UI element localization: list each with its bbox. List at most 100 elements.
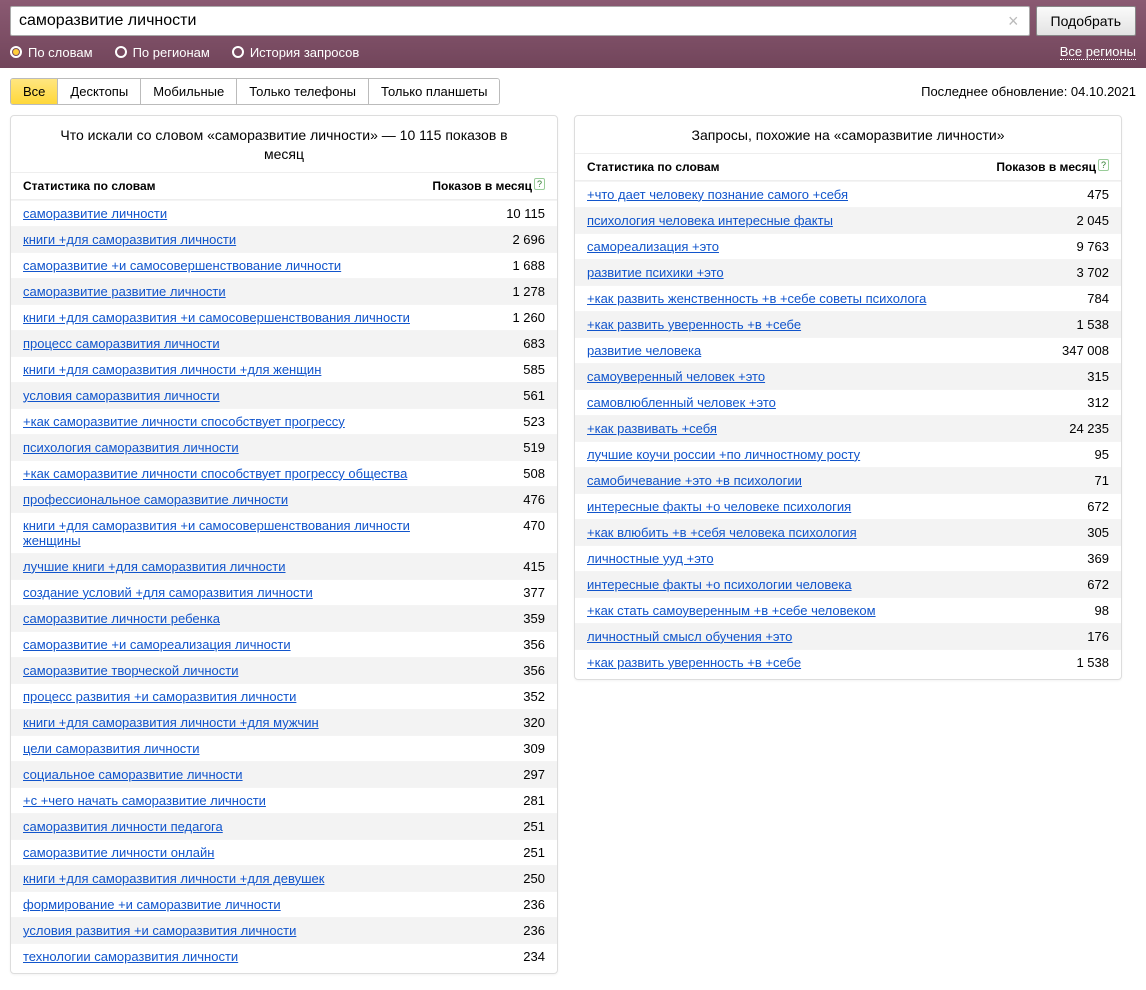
search-box[interactable]: ×: [10, 6, 1030, 36]
query-link[interactable]: цели саморазвития личности: [23, 741, 200, 756]
radio-history[interactable]: История запросов: [232, 45, 360, 60]
query-link[interactable]: условия развития +и саморазвития личност…: [23, 923, 296, 938]
query-cell: самобичевание +это +в психологии: [575, 467, 1021, 493]
query-link[interactable]: интересные факты +о человеке психология: [587, 499, 851, 514]
device-tab[interactable]: Только планшеты: [369, 79, 499, 104]
query-link[interactable]: развитие человека: [587, 343, 701, 358]
query-link[interactable]: книги +для саморазвития +и самосовершенс…: [23, 518, 410, 548]
shows-cell: 1 260: [457, 304, 557, 330]
query-cell: личностные ууд +это: [575, 545, 1021, 571]
query-link[interactable]: создание условий +для саморазвития лично…: [23, 585, 313, 600]
shows-cell: 9 763: [1021, 233, 1121, 259]
query-link[interactable]: технологии саморазвития личности: [23, 949, 238, 964]
query-link[interactable]: +что дает человеку познание самого +себя: [587, 187, 848, 202]
query-cell: +как влюбить +в +себя человека психологи…: [575, 519, 1021, 545]
table-row: книги +для саморазвития личности +для му…: [11, 709, 557, 735]
shows-cell: 470: [457, 512, 557, 553]
query-link[interactable]: самовлюбленный человек +это: [587, 395, 776, 410]
shows-cell: 1 278: [457, 278, 557, 304]
query-link[interactable]: формирование +и саморазвитие личности: [23, 897, 281, 912]
query-link[interactable]: профессиональное саморазвитие личности: [23, 492, 288, 507]
query-link[interactable]: +с +чего начать саморазвитие личности: [23, 793, 266, 808]
table-row: саморазвитие личности ребенка359: [11, 605, 557, 631]
query-link[interactable]: лучшие книги +для саморазвития личности: [23, 559, 286, 574]
shows-cell: 2 045: [1021, 207, 1121, 233]
query-link[interactable]: личностные ууд +это: [587, 551, 714, 566]
query-cell: цели саморазвития личности: [11, 735, 457, 761]
shows-cell: 1 688: [457, 252, 557, 278]
query-cell: самоуверенный человек +это: [575, 363, 1021, 389]
toolbar: ВсеДесктопыМобильныеТолько телефоныТольк…: [0, 68, 1146, 115]
query-link[interactable]: +как развивать +себя: [587, 421, 717, 436]
col-header-stats: Статистика по словам: [23, 179, 156, 193]
help-icon[interactable]: ?: [534, 178, 545, 190]
query-cell: развитие психики +это: [575, 259, 1021, 285]
query-cell: книги +для саморазвития личности +для же…: [11, 356, 457, 382]
table-row: самовлюбленный человек +это312: [575, 389, 1121, 415]
shows-cell: 1 538: [1021, 311, 1121, 337]
query-link[interactable]: саморазвитие +и самореализация личности: [23, 637, 291, 652]
shows-cell: 1 538: [1021, 649, 1121, 675]
query-link[interactable]: развитие психики +это: [587, 265, 724, 280]
device-tab[interactable]: Только телефоны: [237, 79, 369, 104]
query-link[interactable]: саморазвитие творческой личности: [23, 663, 238, 678]
table-row: социальное саморазвитие личности297: [11, 761, 557, 787]
table-row: процесс саморазвития личности683: [11, 330, 557, 356]
query-link[interactable]: книги +для саморазвития личности +для му…: [23, 715, 319, 730]
query-link[interactable]: социальное саморазвитие личности: [23, 767, 243, 782]
query-link[interactable]: саморазвития личности педагога: [23, 819, 223, 834]
query-link[interactable]: +как саморазвитие личности способствует …: [23, 414, 345, 429]
radio-icon: [10, 46, 22, 58]
query-link[interactable]: самобичевание +это +в психологии: [587, 473, 802, 488]
table-row: +с +чего начать саморазвитие личности281: [11, 787, 557, 813]
query-link[interactable]: саморазвитие развитие личности: [23, 284, 226, 299]
pick-button[interactable]: Подобрать: [1036, 6, 1137, 36]
query-cell: саморазвитие +и самосовершенствование ли…: [11, 252, 457, 278]
query-link[interactable]: саморазвитие +и самосовершенствование ли…: [23, 258, 341, 273]
query-link[interactable]: +как влюбить +в +себя человека психологи…: [587, 525, 857, 540]
query-cell: самореализация +это: [575, 233, 1021, 259]
device-tab[interactable]: Мобильные: [141, 79, 237, 104]
query-link[interactable]: саморазвитие личности онлайн: [23, 845, 214, 860]
query-link[interactable]: книги +для саморазвития личности: [23, 232, 236, 247]
query-link[interactable]: самоуверенный человек +это: [587, 369, 765, 384]
device-tab[interactable]: Десктопы: [58, 79, 141, 104]
radio-by-regions[interactable]: По регионам: [115, 45, 210, 60]
shows-cell: 24 235: [1021, 415, 1121, 441]
radio-by-words[interactable]: По словам: [10, 45, 93, 60]
table-row: условия саморазвития личности561: [11, 382, 557, 408]
query-link[interactable]: +как стать самоуверенным +в +себе челове…: [587, 603, 876, 618]
shows-cell: 508: [457, 460, 557, 486]
clear-icon[interactable]: ×: [1004, 12, 1023, 30]
query-link[interactable]: саморазвитие личности ребенка: [23, 611, 220, 626]
query-link[interactable]: процесс развития +и саморазвития личност…: [23, 689, 296, 704]
query-cell: книги +для саморазвития +и самосовершенс…: [11, 304, 457, 330]
query-link[interactable]: интересные факты +о психологии человека: [587, 577, 852, 592]
table-row: самореализация +это 9 763: [575, 233, 1121, 259]
query-link[interactable]: процесс саморазвития личности: [23, 336, 220, 351]
query-cell: лучшие книги +для саморазвития личности: [11, 553, 457, 579]
all-regions-link[interactable]: Все регионы: [1060, 44, 1136, 60]
query-link[interactable]: самореализация +это: [587, 239, 719, 254]
table-row: личностный смысл обучения +это176: [575, 623, 1121, 649]
query-link[interactable]: +как развить уверенность +в +себе: [587, 655, 801, 670]
shows-cell: 784: [1021, 285, 1121, 311]
query-link[interactable]: личностный смысл обучения +это: [587, 629, 792, 644]
query-cell: саморазвитие личности: [11, 200, 457, 226]
query-link[interactable]: психология человека интересные факты: [587, 213, 833, 228]
query-link[interactable]: +как саморазвитие личности способствует …: [23, 466, 407, 481]
query-link[interactable]: книги +для саморазвития личности +для де…: [23, 871, 324, 886]
help-icon[interactable]: ?: [1098, 159, 1109, 171]
query-link[interactable]: психология саморазвития личности: [23, 440, 239, 455]
query-link[interactable]: саморазвитие личности: [23, 206, 167, 221]
query-link[interactable]: +как развить уверенность +в +себе: [587, 317, 801, 332]
query-cell: профессиональное саморазвитие личности: [11, 486, 457, 512]
query-link[interactable]: книги +для саморазвития личности +для же…: [23, 362, 321, 377]
query-link[interactable]: лучшие коучи россии +по личностному рост…: [587, 447, 860, 462]
search-input[interactable]: [17, 11, 1004, 31]
query-link[interactable]: книги +для саморазвития +и самосовершенс…: [23, 310, 410, 325]
query-link[interactable]: +как развить женственность +в +себе сове…: [587, 291, 926, 306]
query-link[interactable]: условия саморазвития личности: [23, 388, 220, 403]
query-cell: формирование +и саморазвитие личности: [11, 891, 457, 917]
device-tab[interactable]: Все: [11, 79, 58, 104]
